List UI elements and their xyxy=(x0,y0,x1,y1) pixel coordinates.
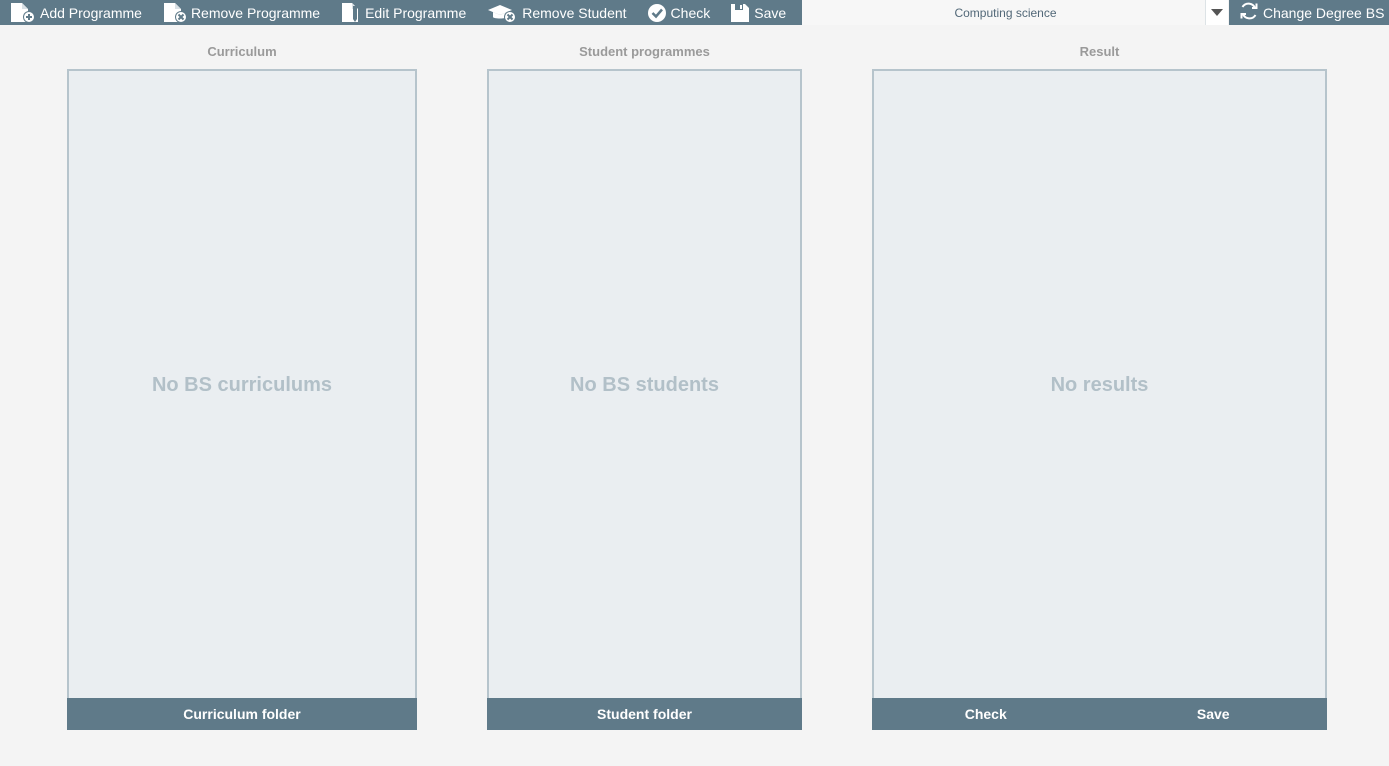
curriculum-list[interactable]: No BS curriculums xyxy=(67,69,417,698)
students-title: Student programmes xyxy=(579,44,710,59)
result-empty-message: No results xyxy=(1050,374,1149,396)
curriculum-title: Curriculum xyxy=(207,44,277,59)
document-edit-icon xyxy=(341,2,361,24)
students-footer: Student folder xyxy=(487,698,802,730)
result-save-button[interactable]: Save xyxy=(1100,706,1328,722)
caret-down-icon[interactable] xyxy=(1205,0,1228,25)
add-programme-button[interactable]: Add Programme xyxy=(9,0,142,25)
document-add-icon xyxy=(9,2,36,24)
degree-select[interactable]: Computing science xyxy=(802,0,1228,25)
add-programme-label: Add Programme xyxy=(40,4,142,21)
change-degree-label: Change Degree BS xyxy=(1263,4,1385,21)
check-circle-icon xyxy=(647,2,667,24)
students-list[interactable]: No BS students xyxy=(487,69,802,698)
students-empty-message: No BS students xyxy=(570,374,719,396)
student-folder-button[interactable]: Student folder xyxy=(487,706,802,722)
save-button[interactable]: Save xyxy=(730,0,786,25)
refresh-icon xyxy=(1229,1,1259,24)
main-toolbar: Add Programme Remove Programme Edit Prog… xyxy=(0,0,802,25)
curriculum-footer: Curriculum folder xyxy=(67,698,417,730)
graduation-cap-remove-icon xyxy=(487,2,518,24)
check-button[interactable]: Check xyxy=(647,0,711,25)
document-remove-icon xyxy=(162,2,187,24)
remove-programme-label: Remove Programme xyxy=(190,4,321,21)
result-footer: Check Save xyxy=(872,698,1327,730)
curriculum-folder-button[interactable]: Curriculum folder xyxy=(67,706,417,722)
edit-programme-button[interactable]: Edit Programme xyxy=(341,0,466,25)
remove-programme-button[interactable]: Remove Programme xyxy=(162,0,320,25)
curriculum-empty-message: No BS curriculums xyxy=(151,374,333,396)
result-list[interactable]: No results xyxy=(872,69,1327,698)
change-degree-button[interactable]: Change Degree BS xyxy=(1229,0,1389,25)
save-label: Save xyxy=(754,4,787,21)
floppy-disk-icon xyxy=(730,2,750,24)
result-title: Result xyxy=(1079,44,1120,59)
check-label: Check xyxy=(670,4,711,21)
degree-select-value: Computing science xyxy=(954,5,1057,20)
remove-student-button[interactable]: Remove Student xyxy=(487,0,627,25)
result-check-button[interactable]: Check xyxy=(872,706,1100,722)
remove-student-label: Remove Student xyxy=(522,4,627,21)
edit-programme-label: Edit Programme xyxy=(365,4,467,21)
